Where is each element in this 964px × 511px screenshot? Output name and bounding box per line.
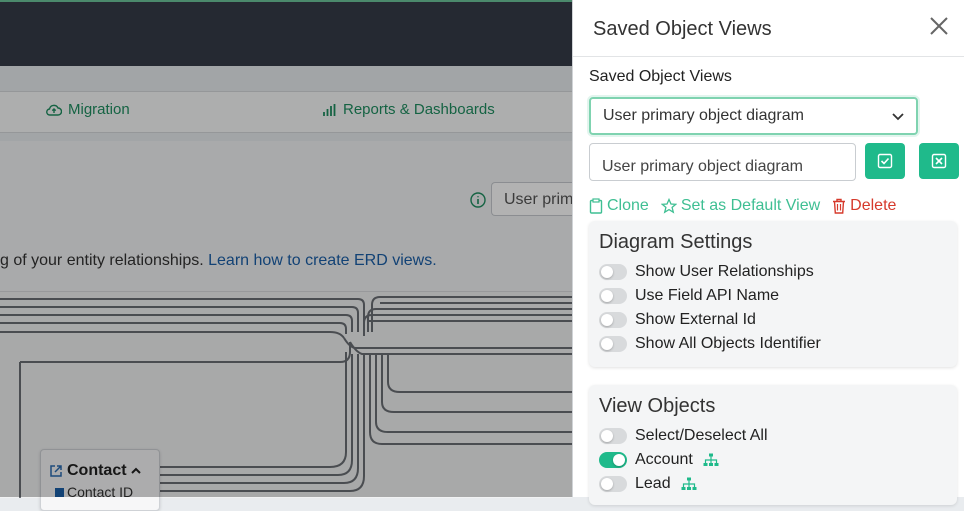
- check-square-icon: [877, 153, 893, 169]
- star-icon: [660, 198, 677, 214]
- setting-label: Show All Objects Identifier: [635, 335, 821, 352]
- panel-header: Saved Object Views: [573, 0, 964, 57]
- diagram-settings-card: Diagram Settings Show User Relationships…: [589, 221, 957, 367]
- clone-label: Clone: [607, 197, 649, 214]
- save-view-button[interactable]: [865, 143, 905, 179]
- x-square-icon: [931, 153, 947, 169]
- saved-views-select-value: User primary object diagram: [603, 107, 804, 124]
- delete-label: Delete: [850, 197, 897, 214]
- view-objects-title: View Objects: [599, 395, 716, 417]
- setting-show-external-id: Show External Id: [599, 311, 756, 329]
- close-icon[interactable]: [928, 15, 950, 37]
- toggle-switch[interactable]: [599, 476, 627, 492]
- panel-title: Saved Object Views: [593, 18, 772, 40]
- toggle-switch[interactable]: [599, 336, 627, 352]
- setting-label: Show External Id: [635, 311, 756, 328]
- cancel-edit-button[interactable]: [919, 143, 959, 179]
- diagram-settings-title: Diagram Settings: [599, 231, 753, 253]
- setting-show-user-relationships: Show User Relationships: [599, 263, 814, 281]
- toggle-switch[interactable]: [599, 288, 627, 304]
- chevron-down-icon: [892, 113, 904, 121]
- toggle-switch[interactable]: [599, 312, 627, 328]
- modal-backdrop[interactable]: [0, 0, 572, 497]
- object-label: Lead: [635, 475, 671, 492]
- saved-views-panel: Saved Object Views Saved Object Views Us…: [572, 0, 964, 505]
- view-objects-card: View Objects Select/Deselect All Account…: [589, 385, 957, 505]
- clone-button[interactable]: Clone: [589, 197, 649, 215]
- object-label: Account: [635, 451, 693, 468]
- set-default-label: Set as Default View: [680, 197, 821, 214]
- object-account: Account: [599, 451, 719, 469]
- toggle-switch[interactable]: [599, 428, 627, 444]
- delete-button[interactable]: Delete: [832, 197, 896, 215]
- setting-label: Show User Relationships: [635, 263, 814, 280]
- setting-label: Use Field API Name: [635, 287, 780, 304]
- toggle-switch[interactable]: [599, 264, 627, 280]
- saved-views-select[interactable]: User primary object diagram: [589, 97, 918, 135]
- view-name-input[interactable]: [589, 143, 856, 181]
- toggle-switch[interactable]: [599, 452, 627, 468]
- object-lead: Lead: [599, 475, 697, 493]
- setting-use-field-api-name: Use Field API Name: [599, 287, 779, 305]
- hierarchy-icon[interactable]: [703, 453, 719, 467]
- setting-show-all-objects-identifier: Show All Objects Identifier: [599, 335, 821, 353]
- saved-views-label: Saved Object Views: [589, 68, 732, 85]
- hierarchy-icon[interactable]: [681, 477, 697, 491]
- trash-icon: [833, 198, 846, 214]
- clipboard-icon: [589, 198, 603, 214]
- object-label: Select/Deselect All: [635, 427, 768, 444]
- view-actions: Clone Set as Default View Delete: [589, 197, 896, 215]
- set-default-button[interactable]: Set as Default View: [660, 197, 821, 215]
- object-select-all: Select/Deselect All: [599, 427, 768, 445]
